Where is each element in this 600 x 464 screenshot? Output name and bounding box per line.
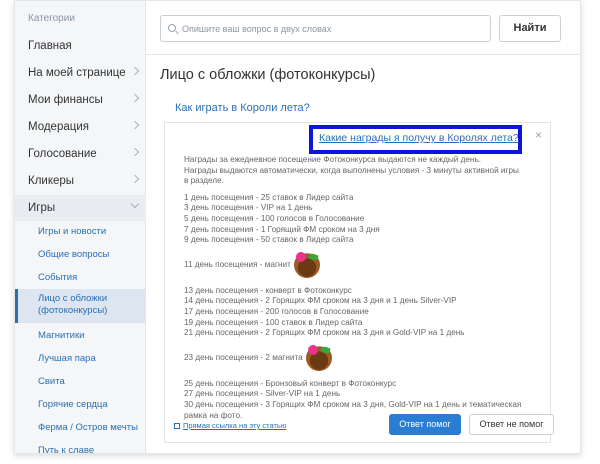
answer-line: 3 день посещения - VIP на 1 день [184,203,313,213]
answer-line-text: 11 день посещения - магнит [184,259,291,269]
answer-line: 11 день посещения - магнит [184,251,539,280]
sidebar-item-main[interactable]: Главная [15,33,146,59]
chevron-right-icon [130,66,140,76]
chevron-right-icon [130,120,140,130]
search-box [160,15,491,42]
answer-line: 27 день посещения - Silver-VIP на 1 день [184,389,341,399]
sidebar-sub-retinue[interactable]: Свита [15,370,146,393]
faq-answer-text: Награды за ежедневное посещение Фотоконк… [184,155,539,421]
sidebar-item-voting[interactable]: Голосование [15,141,146,167]
sidebar-item-label: Мои финансы [28,94,103,106]
answer-line: 13 день посещения - конверт в Фотоконкур… [184,285,352,295]
sidebar-sub-general-questions[interactable]: Общие вопросы [15,243,146,266]
answer-line: 7 день посещения - 1 Горящий ФМ сроком н… [184,224,380,234]
answer-line: в разделе. [184,176,224,186]
chevron-right-icon [130,147,140,157]
answer-line: 14 день посещения - 2 Горящих ФМ сроком … [184,296,457,306]
sidebar-item-label: Кликеры [28,175,75,187]
sidebar: Категории Главная На моей странице Мои ф… [15,1,146,453]
sidebar-item-games[interactable]: Игры [15,195,146,221]
answer-line: 5 день посещения - 100 голосов в Голосов… [184,213,365,223]
sidebar-sub-games-news[interactable]: Игры и новости [15,220,146,243]
sidebar-item-label: Модерация [28,121,89,133]
close-icon[interactable]: × [535,128,542,142]
sidebar-item-my-page[interactable]: На моей странице [15,60,146,86]
faq-question-link[interactable]: Как играть в Короли лета? [175,102,310,114]
sidebar-header: Категории [28,13,75,24]
sidebar-sub-best-couple[interactable]: Лучшая пара [15,347,146,370]
sidebar-sub-path-to-glory[interactable]: Путь к славе [15,439,146,453]
sidebar-item-label: Игры [28,202,56,214]
find-button[interactable]: Найти [499,15,561,42]
sidebar-item-label: Главная [28,40,72,52]
chevron-right-icon [130,93,140,103]
chevron-right-icon [130,174,140,184]
answer-line: 1 день посещения - 25 ставок в Лидер сай… [184,192,354,202]
link-icon [174,423,180,429]
direct-link[interactable]: Прямая ссылка на эту статью [174,421,286,430]
answer-line: 17 день посещения - 200 голосов в Голосо… [184,306,369,316]
answer-line: 25 день посещения - Бронзовый конверт в … [184,378,397,388]
faq-question-expanded[interactable]: Какие награды я получу в Королях лета? [309,125,522,154]
answer-line: 19 день посещения - 100 ставок в Лидер с… [184,317,363,327]
coconut-magnet-icon [293,251,320,278]
answer-line: 23 день посещения - 2 магнита [184,344,539,373]
search-input[interactable] [182,21,482,37]
answer-line: 9 день посещения - 50 ставок в Лидер сай… [184,235,354,245]
not-helpful-button[interactable]: Ответ не помог [469,414,554,435]
sidebar-item-moderation[interactable]: Модерация [15,114,146,140]
answer-line: Награды выдаются автоматически, когда вы… [184,165,519,175]
helpful-button[interactable]: Ответ помог [389,414,461,435]
faq-question-label: Какие награды я получу в Королях лета? [319,132,519,144]
answer-line-text: 23 день посещения - 2 магнита [184,352,303,362]
sidebar-sub-magnets[interactable]: Магнитики [15,324,146,347]
answer-line: 21 день посещения - 2 Горящих ФМ сроком … [184,328,465,338]
sidebar-item-label: Голосование [28,148,97,160]
sidebar-sub-cover-face[interactable]: Лицо с обложки (фотоконкурсы) [15,289,146,323]
help-center-window: Категории Главная На моей странице Мои ф… [14,0,581,454]
sidebar-sub-events[interactable]: События [15,266,146,289]
coconut-magnet-icon [305,344,332,371]
main-content: Найти Лицо с обложки (фотоконкурсы) Как … [146,1,580,453]
page-title: Лицо с обложки (фотоконкурсы) [160,67,376,83]
sidebar-item-finances[interactable]: Мои финансы [15,87,146,113]
search-icon [168,24,176,32]
sidebar-sub-hot-hearts[interactable]: Горячие сердца [15,393,146,416]
sidebar-sub-farm[interactable]: Ферма / Остров мечты [15,416,146,439]
direct-link-label: Прямая ссылка на эту статью [183,421,287,430]
chevron-down-icon [130,199,140,209]
sidebar-item-label: На моей странице [28,67,126,79]
header-divider [146,54,580,55]
sidebar-item-clickers[interactable]: Кликеры [15,168,146,194]
answer-line: Награды за ежедневное посещение Фотоконк… [184,155,481,164]
